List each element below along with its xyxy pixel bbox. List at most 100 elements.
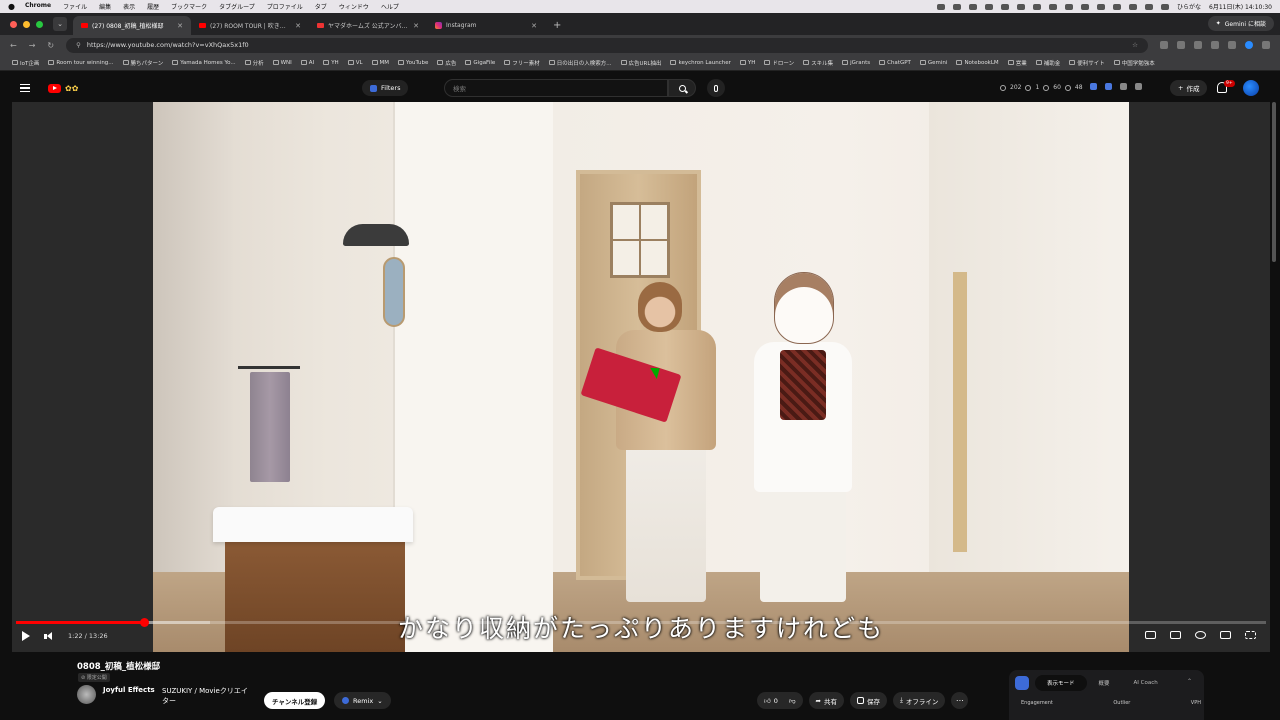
extension-icon[interactable] bbox=[1090, 83, 1097, 90]
close-icon[interactable]: ✕ bbox=[413, 22, 419, 30]
menu-bookmarks[interactable]: ブックマーク bbox=[171, 2, 207, 11]
progress-bar[interactable] bbox=[16, 618, 1266, 627]
bookmark-item[interactable]: jGrants bbox=[842, 60, 870, 66]
bookmark-item[interactable]: スキル集 bbox=[803, 59, 833, 67]
apple-icon[interactable]: ● bbox=[8, 2, 15, 11]
bookmark-item[interactable]: ChatGPT bbox=[879, 60, 911, 66]
extension-icon[interactable] bbox=[1211, 41, 1219, 49]
bookmark-item[interactable]: keychron Launcher bbox=[670, 60, 731, 66]
menu-file[interactable]: ファイル bbox=[63, 2, 87, 11]
back-icon[interactable]: ← bbox=[10, 41, 17, 50]
tab-instagram[interactable]: Instagram ✕ bbox=[427, 16, 545, 35]
menu-view[interactable]: 表示 bbox=[123, 2, 135, 11]
status-icon[interactable] bbox=[1048, 3, 1057, 10]
url-bar[interactable]: ⚲ https://www.youtube.com/watch?v=vXhQax… bbox=[66, 37, 1148, 53]
thumbs-down-icon[interactable]: 👎︎ bbox=[789, 697, 796, 705]
bookmark-item[interactable]: 広告URL抽出 bbox=[620, 59, 661, 67]
subtitles-icon[interactable] bbox=[1170, 631, 1181, 639]
close-icon[interactable]: ✕ bbox=[295, 22, 301, 30]
bookmark-item[interactable]: 日の出日の入検索方... bbox=[548, 59, 612, 67]
channel-name[interactable]: Joyful Effects bbox=[103, 686, 155, 694]
menu-profiles[interactable]: プロファイル bbox=[267, 2, 303, 11]
forward-icon[interactable]: → bbox=[29, 41, 36, 50]
chevron-up-icon[interactable]: ⌃ bbox=[1187, 678, 1192, 685]
extension-icon[interactable] bbox=[1160, 41, 1168, 49]
clock[interactable]: 6月11日(木) 14:10:30 bbox=[1209, 2, 1272, 11]
panel-extension-icon[interactable] bbox=[1015, 676, 1029, 690]
status-icon[interactable] bbox=[1096, 3, 1105, 10]
menu-tab[interactable]: タブ bbox=[315, 2, 327, 11]
bookmark-item[interactable]: GigaFile bbox=[465, 60, 495, 66]
status-icon[interactable] bbox=[952, 3, 961, 10]
bookmark-item[interactable]: 広告 bbox=[437, 59, 456, 67]
bookmark-item[interactable]: Yamada Homes Yo... bbox=[172, 60, 236, 66]
gemini-button[interactable]: ✦ Gemini に相談 bbox=[1207, 16, 1274, 31]
tab-ai-coach[interactable]: AI Coach bbox=[1122, 675, 1170, 691]
voice-search-button[interactable] bbox=[707, 79, 725, 97]
status-icon[interactable] bbox=[1128, 3, 1137, 10]
extension-icon[interactable] bbox=[1135, 83, 1142, 90]
tab-overview[interactable]: 概要 bbox=[1087, 675, 1122, 691]
status-icon[interactable] bbox=[1064, 3, 1073, 10]
bookmark-item[interactable]: NotebookLM bbox=[956, 60, 999, 66]
bookmark-item[interactable]: ドローン bbox=[764, 59, 794, 67]
bookmark-item[interactable]: 分析 bbox=[244, 59, 264, 67]
avatar[interactable] bbox=[1243, 80, 1259, 96]
close-icon[interactable]: ✕ bbox=[177, 22, 183, 30]
bookmark-item[interactable]: 中国学勉強本 bbox=[1113, 59, 1155, 67]
share-button[interactable]: ➦ 共有 bbox=[808, 692, 844, 709]
zoom-window-button[interactable] bbox=[36, 20, 43, 28]
bookmark-item[interactable]: 便利サイト bbox=[1069, 59, 1105, 67]
bookmark-item[interactable]: AI bbox=[300, 60, 314, 66]
wifi-icon[interactable] bbox=[1144, 3, 1153, 10]
save-button[interactable]: 保存 bbox=[850, 692, 887, 709]
create-button[interactable]: + 作成 bbox=[1170, 80, 1208, 96]
channel-avatar[interactable] bbox=[77, 685, 96, 704]
bookmark-item[interactable]: YH bbox=[323, 60, 339, 66]
bookmark-item[interactable]: IoT企画 bbox=[12, 59, 39, 67]
more-actions-icon[interactable]: ⋯ bbox=[951, 692, 969, 709]
bookmark-item[interactable]: YouTube bbox=[398, 60, 428, 66]
play-icon[interactable] bbox=[22, 631, 30, 641]
status-icon[interactable] bbox=[1032, 3, 1041, 10]
bookmark-item[interactable]: Gemini bbox=[919, 60, 947, 66]
control-center-icon[interactable] bbox=[1160, 3, 1169, 10]
status-icon[interactable] bbox=[1080, 3, 1089, 10]
extension-icon[interactable] bbox=[1194, 41, 1202, 49]
profile-icon[interactable] bbox=[1245, 41, 1253, 49]
menu-history[interactable]: 履歴 bbox=[147, 2, 159, 11]
tab-yamada-homes[interactable]: ヤマダホームズ 公式アンバサダー ✕ bbox=[309, 16, 427, 35]
site-info-icon[interactable]: ⚲ bbox=[76, 41, 81, 49]
bookmark-item[interactable]: VL bbox=[347, 60, 363, 66]
extension-icon[interactable] bbox=[1177, 41, 1185, 49]
menu-tabgroups[interactable]: タブグループ bbox=[219, 2, 255, 11]
minimize-window-button[interactable] bbox=[23, 20, 30, 28]
tab-display-mode[interactable]: 表示モード bbox=[1035, 675, 1087, 691]
menu-edit[interactable]: 編集 bbox=[99, 2, 111, 11]
menu-window[interactable]: ウィンドウ bbox=[339, 2, 369, 11]
bookmark-item[interactable]: MM bbox=[371, 60, 389, 66]
menu-app[interactable]: Chrome bbox=[25, 2, 51, 11]
status-icon[interactable] bbox=[984, 3, 993, 10]
tab-search-button[interactable]: ⌄ bbox=[53, 17, 67, 31]
volume-icon[interactable] bbox=[44, 631, 54, 641]
bookmark-item[interactable]: 営業 bbox=[1007, 59, 1027, 67]
close-window-button[interactable] bbox=[10, 20, 17, 28]
bookmark-item[interactable]: WNI bbox=[272, 60, 292, 66]
reload-icon[interactable]: ↻ bbox=[47, 41, 54, 50]
bookmark-item[interactable]: YH bbox=[739, 60, 755, 66]
new-tab-button[interactable]: + bbox=[553, 20, 561, 31]
fullscreen-icon[interactable] bbox=[1245, 631, 1256, 639]
extension-icon[interactable] bbox=[1228, 41, 1236, 49]
like-button[interactable]: 👍︎ 0 👎︎ bbox=[757, 692, 803, 709]
bookmark-item[interactable]: 勝ちパターン bbox=[122, 59, 163, 67]
theater-mode-icon[interactable] bbox=[1220, 631, 1231, 639]
extension-player-icon[interactable] bbox=[1145, 631, 1156, 639]
youtube-logo[interactable]: ✿✿ bbox=[48, 83, 78, 93]
status-icon[interactable] bbox=[1000, 3, 1009, 10]
extension-icon[interactable] bbox=[1105, 83, 1112, 90]
status-icon[interactable] bbox=[1016, 3, 1025, 10]
star-icon[interactable]: ☆ bbox=[1132, 41, 1138, 49]
status-icon[interactable] bbox=[968, 3, 977, 10]
tab-youtube-video[interactable]: (27) 0808_初稿_植松様邸 ✕ bbox=[73, 16, 191, 35]
